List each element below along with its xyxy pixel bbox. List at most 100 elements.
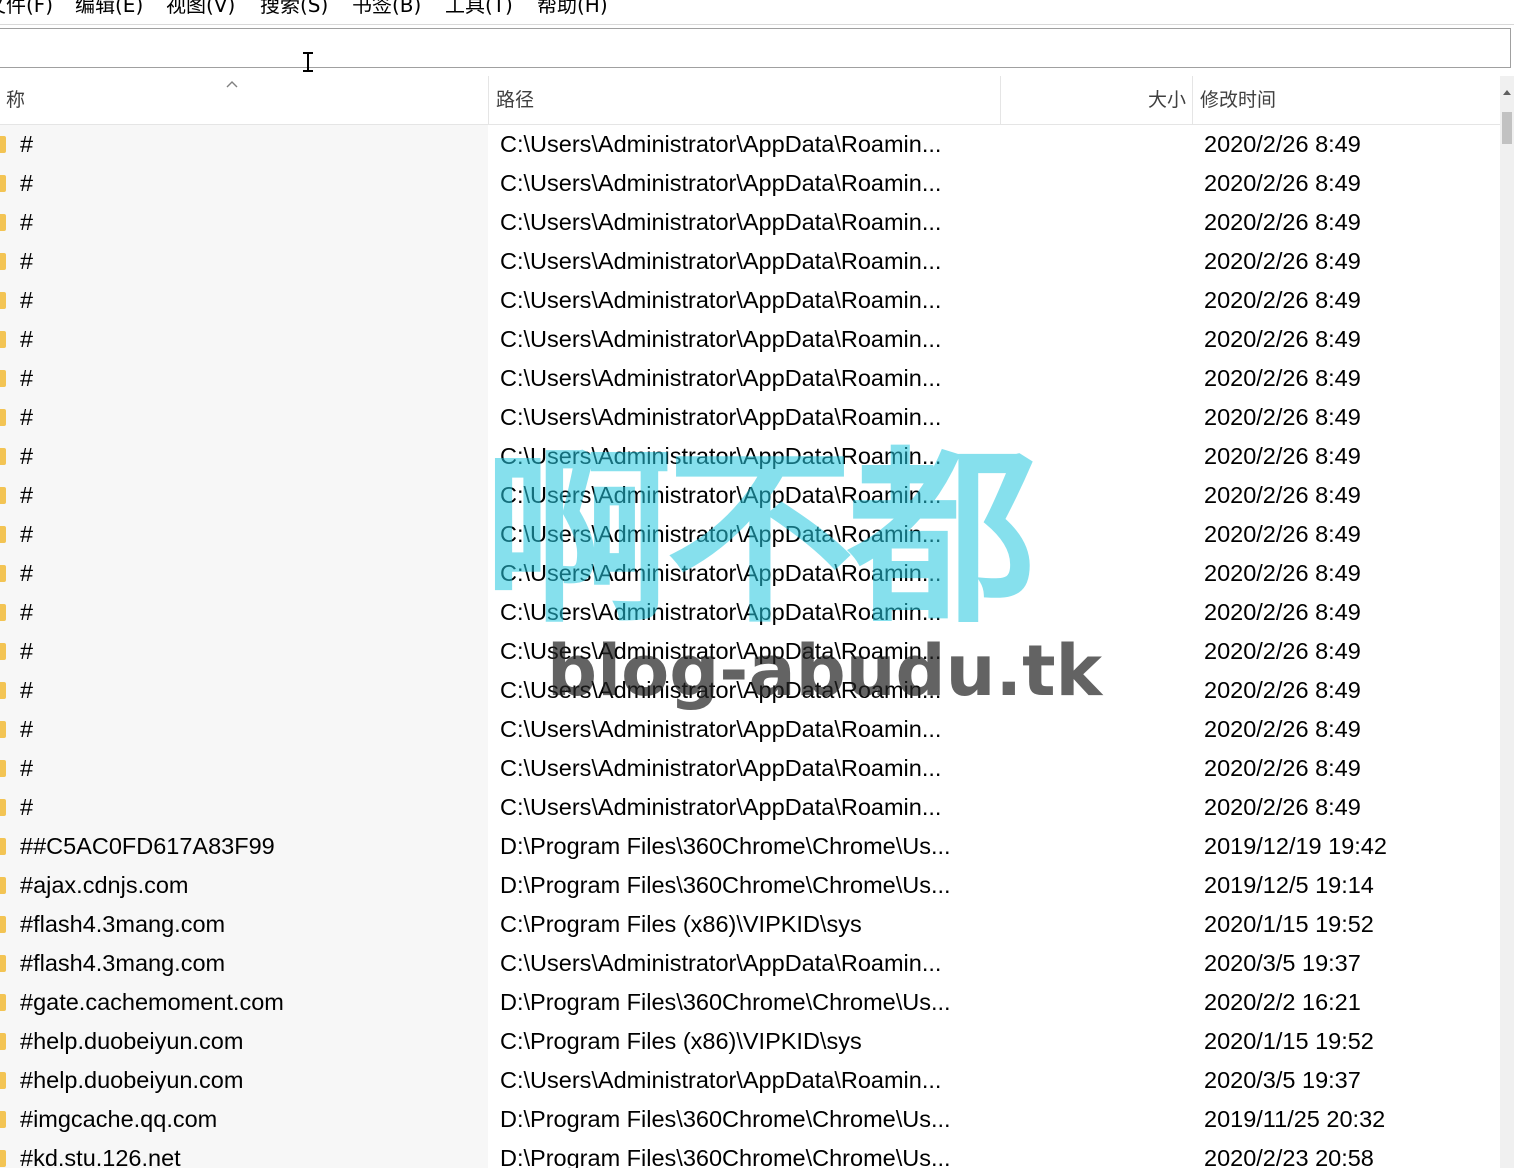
table-row[interactable]: # C:\Users\Administrator\AppData\Roamin.…	[0, 632, 1500, 671]
menu-file[interactable]: 文件(F)	[0, 0, 53, 18]
row-path: C:\Users\Administrator\AppData\Roamin...	[500, 638, 942, 664]
table-row[interactable]: ##C5AC0FD617A83F99 D:\Program Files\360C…	[0, 827, 1500, 866]
row-modified: 2020/3/5 19:37	[1204, 950, 1361, 976]
menu-edit[interactable]: 编辑(E)	[75, 0, 143, 18]
table-row[interactable]: # C:\Users\Administrator\AppData\Roamin.…	[0, 710, 1500, 749]
row-size	[1004, 632, 1186, 671]
row-name: #ajax.cdnjs.com	[20, 872, 189, 898]
row-modified: 2020/2/26 8:49	[1204, 794, 1361, 820]
column-divider[interactable]	[1192, 76, 1193, 124]
menu-help[interactable]: 帮助(H)	[537, 0, 608, 18]
column-header-path[interactable]: 路径	[496, 76, 996, 124]
row-size	[1004, 515, 1186, 554]
row-modified: 2020/3/5 19:37	[1204, 1067, 1361, 1093]
row-modified: 2020/2/26 8:49	[1204, 170, 1361, 196]
folder-icon	[0, 1150, 6, 1167]
vertical-scrollbar[interactable]	[1500, 76, 1514, 1168]
column-header-modified[interactable]: 修改时间	[1200, 76, 1496, 124]
folder-icon	[0, 994, 6, 1011]
table-row[interactable]: # C:\Users\Administrator\AppData\Roamin.…	[0, 281, 1500, 320]
row-size	[1004, 281, 1186, 320]
row-path: C:\Users\Administrator\AppData\Roamin...	[500, 560, 942, 586]
table-row[interactable]: #gate.cachemoment.com D:\Program Files\3…	[0, 983, 1500, 1022]
table-row[interactable]: # C:\Users\Administrator\AppData\Roamin.…	[0, 242, 1500, 281]
table-row[interactable]: # C:\Users\Administrator\AppData\Roamin.…	[0, 515, 1500, 554]
row-size	[1004, 359, 1186, 398]
row-modified: 2020/2/26 8:49	[1204, 638, 1361, 664]
column-header-name[interactable]: 称	[6, 76, 486, 124]
search-box	[0, 28, 1511, 68]
row-size	[1004, 242, 1186, 281]
table-row[interactable]: #imgcache.qq.com D:\Program Files\360Chr…	[0, 1100, 1500, 1139]
row-path: C:\Users\Administrator\AppData\Roamin...	[500, 599, 942, 625]
menu-tools[interactable]: 工具(T)	[445, 0, 513, 18]
sort-ascending-icon	[226, 81, 238, 88]
row-name: #	[20, 638, 34, 664]
table-row[interactable]: # C:\Users\Administrator\AppData\Roamin.…	[0, 125, 1500, 164]
menu-view[interactable]: 视图(V)	[166, 0, 235, 18]
table-row[interactable]: # C:\Users\Administrator\AppData\Roamin.…	[0, 593, 1500, 632]
folder-icon	[0, 1072, 6, 1089]
folder-icon	[0, 799, 6, 816]
row-path: C:\Users\Administrator\AppData\Roamin...	[500, 794, 942, 820]
column-divider[interactable]	[488, 76, 489, 124]
row-name: #kd.stu.126.net	[20, 1145, 181, 1168]
row-modified: 2020/2/2 16:21	[1204, 989, 1361, 1015]
table-row[interactable]: #kd.stu.126.net D:\Program Files\360Chro…	[0, 1139, 1500, 1168]
table-row[interactable]: #flash4.3mang.com C:\Program Files (x86)…	[0, 905, 1500, 944]
table-row[interactable]: #ajax.cdnjs.com D:\Program Files\360Chro…	[0, 866, 1500, 905]
row-name: #	[20, 716, 34, 742]
column-header-size[interactable]: 大小	[1000, 76, 1186, 124]
row-name: #help.duobeiyun.com	[20, 1028, 244, 1054]
table-row[interactable]: # C:\Users\Administrator\AppData\Roamin.…	[0, 359, 1500, 398]
table-row[interactable]: # C:\Users\Administrator\AppData\Roamin.…	[0, 320, 1500, 359]
row-modified: 2020/2/23 20:58	[1204, 1145, 1374, 1168]
table-row[interactable]: #help.duobeiyun.com C:\Users\Administrat…	[0, 1061, 1500, 1100]
row-name: #	[20, 326, 34, 352]
scroll-up-arrow-icon[interactable]	[1500, 86, 1514, 100]
table-row[interactable]: # C:\Users\Administrator\AppData\Roamin.…	[0, 788, 1500, 827]
folder-icon	[0, 955, 6, 972]
row-modified: 2020/2/26 8:49	[1204, 365, 1361, 391]
row-size	[1004, 749, 1186, 788]
search-input[interactable]	[0, 29, 1510, 67]
row-modified: 2020/2/26 8:49	[1204, 404, 1361, 430]
row-name: #	[20, 248, 34, 274]
menu-search[interactable]: 搜索(S)	[260, 0, 328, 18]
table-row[interactable]: # C:\Users\Administrator\AppData\Roamin.…	[0, 554, 1500, 593]
row-path: C:\Users\Administrator\AppData\Roamin...	[500, 326, 942, 352]
table-row[interactable]: # C:\Users\Administrator\AppData\Roamin.…	[0, 476, 1500, 515]
row-size	[1004, 788, 1186, 827]
row-modified: 2020/1/15 19:52	[1204, 1028, 1374, 1054]
table-row[interactable]: # C:\Users\Administrator\AppData\Roamin.…	[0, 671, 1500, 710]
table-row[interactable]: # C:\Users\Administrator\AppData\Roamin.…	[0, 164, 1500, 203]
table-row[interactable]: #flash4.3mang.com C:\Users\Administrator…	[0, 944, 1500, 983]
row-name: #	[20, 794, 34, 820]
table-row[interactable]: # C:\Users\Administrator\AppData\Roamin.…	[0, 437, 1500, 476]
row-name: #	[20, 599, 34, 625]
row-modified: 2020/2/26 8:49	[1204, 599, 1361, 625]
row-path: C:\Users\Administrator\AppData\Roamin...	[500, 716, 942, 742]
row-path: C:\Program Files (x86)\VIPKID\sys	[500, 911, 862, 937]
text-cursor-icon	[302, 52, 314, 72]
scrollbar-thumb[interactable]	[1502, 112, 1512, 144]
row-size	[1004, 1139, 1186, 1168]
row-size	[1004, 476, 1186, 515]
row-name: #	[20, 365, 34, 391]
folder-icon	[0, 682, 6, 699]
folder-icon	[0, 214, 6, 231]
row-size	[1004, 593, 1186, 632]
row-path: D:\Program Files\360Chrome\Chrome\Us...	[500, 989, 951, 1015]
table-row[interactable]: #help.duobeiyun.com C:\Program Files (x8…	[0, 1022, 1500, 1061]
table-row[interactable]: # C:\Users\Administrator\AppData\Roamin.…	[0, 398, 1500, 437]
row-path: D:\Program Files\360Chrome\Chrome\Us...	[500, 833, 951, 859]
menu-bookmarks[interactable]: 书签(B)	[352, 0, 421, 18]
row-path: C:\Users\Administrator\AppData\Roamin...	[500, 950, 942, 976]
table-row[interactable]: # C:\Users\Administrator\AppData\Roamin.…	[0, 203, 1500, 242]
row-size	[1004, 905, 1186, 944]
table-row[interactable]: # C:\Users\Administrator\AppData\Roamin.…	[0, 749, 1500, 788]
row-path: C:\Users\Administrator\AppData\Roamin...	[500, 248, 942, 274]
row-modified: 2020/2/26 8:49	[1204, 677, 1361, 703]
row-size	[1004, 866, 1186, 905]
row-path: C:\Users\Administrator\AppData\Roamin...	[500, 482, 942, 508]
